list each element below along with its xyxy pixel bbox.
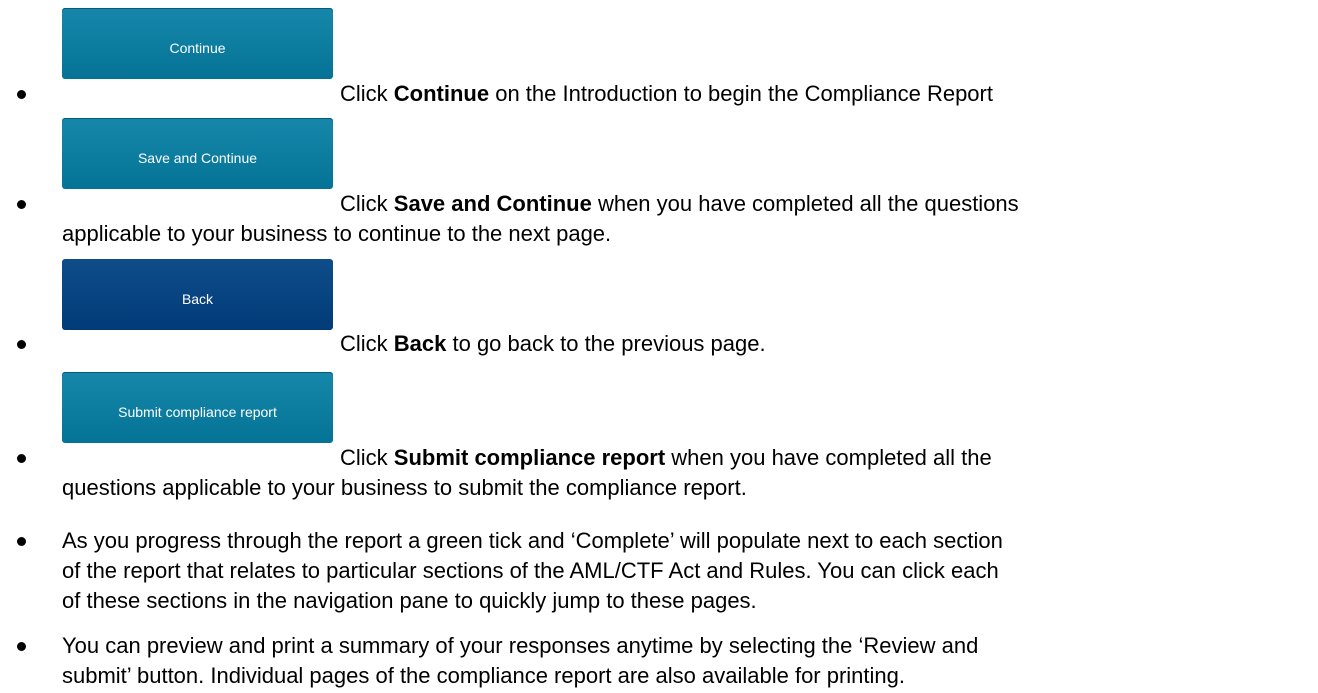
instruction-text-continued: applicable to your business to continue …	[62, 221, 612, 246]
instruction-item-submit: Submit compliance report Click Submit co…	[0, 364, 1318, 500]
back-button[interactable]: Back	[62, 259, 333, 330]
emphasis-label: Save and Continue	[393, 191, 592, 216]
continue-button[interactable]: Continue	[62, 8, 333, 79]
instruction-text: Click Save and Continue when you have co…	[340, 191, 1019, 216]
bullet-icon	[17, 90, 26, 99]
info-paragraph-progress: As you progress through the report a gre…	[0, 528, 1318, 628]
emphasis-label: Continue	[393, 81, 490, 106]
bullet-icon	[17, 537, 26, 546]
emphasis-label: Back	[393, 331, 447, 356]
paragraph-line: of these sections in the navigation pane…	[62, 588, 757, 613]
bullet-icon	[17, 340, 26, 349]
instruction-text-continued: questions applicable to your business to…	[62, 475, 747, 500]
submit-compliance-report-button[interactable]: Submit compliance report	[62, 372, 333, 443]
paragraph-line: You can preview and print a summary of y…	[62, 633, 979, 658]
info-paragraph-preview: You can preview and print a summary of y…	[0, 633, 1318, 693]
paragraph-line: submit’ button. Individual pages of the …	[62, 663, 906, 688]
instruction-item-continue: Continue Click Continue on the Introduct…	[0, 0, 1318, 110]
instruction-text: Click Back to go back to the previous pa…	[340, 331, 766, 356]
instruction-item-back: Back Click Back to go back to the previo…	[0, 251, 1318, 361]
bullet-icon	[17, 200, 26, 209]
emphasis-label: Submit compliance report	[393, 445, 666, 470]
instruction-text: Click Continue on the Introduction to be…	[340, 81, 993, 106]
instruction-item-save-and-continue: Save and Continue Click Save and Continu…	[0, 110, 1318, 246]
bullet-icon	[17, 642, 26, 651]
paragraph-line: of the report that relates to particular…	[62, 558, 999, 583]
paragraph-line: As you progress through the report a gre…	[62, 528, 1003, 553]
bullet-icon	[17, 454, 26, 463]
instruction-text: Click Submit compliance report when you …	[340, 445, 992, 470]
save-and-continue-button[interactable]: Save and Continue	[62, 118, 333, 189]
